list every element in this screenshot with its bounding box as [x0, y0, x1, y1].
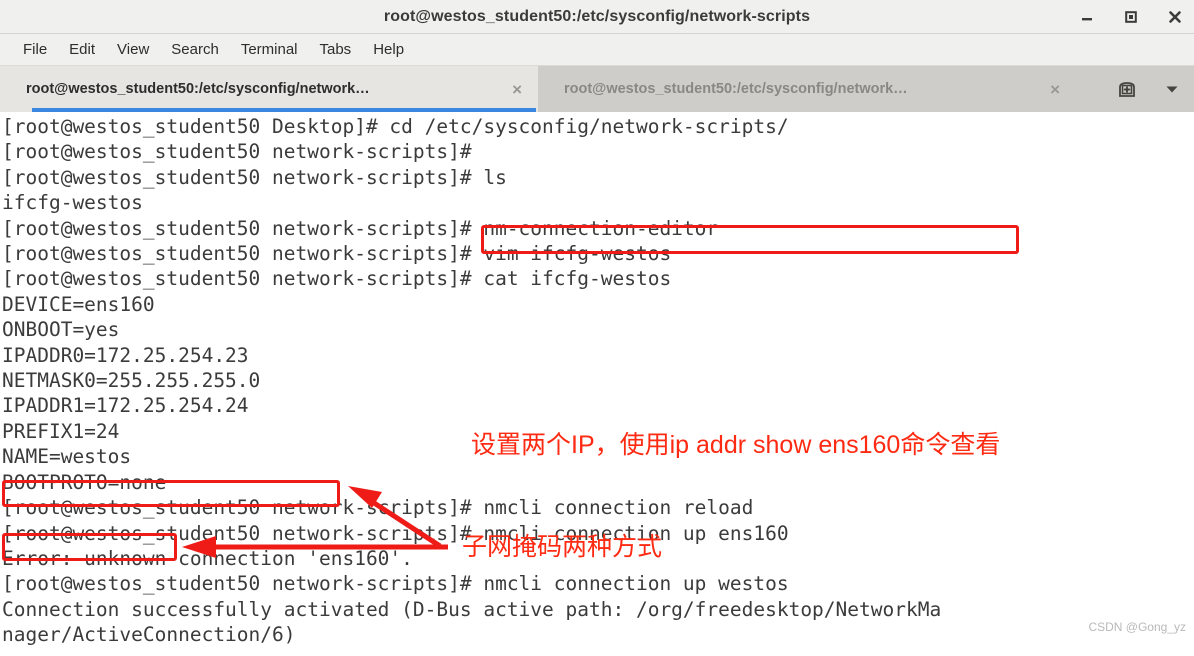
menu-item-view[interactable]: View — [106, 39, 160, 60]
tab-1[interactable]: root@westos_student50:/etc/sysconfig/net… — [538, 66, 1076, 112]
tab-bar-actions — [1116, 66, 1194, 112]
menu-item-tabs[interactable]: Tabs — [309, 39, 363, 60]
terminal-line-0: [root@westos_student50 Desktop]# cd /etc… — [2, 115, 789, 138]
tab-1-close-icon[interactable]: × — [1050, 81, 1060, 98]
terminal-line-4: [root@westos_student50 network-scripts]#… — [2, 216, 719, 240]
new-tab-icon[interactable] — [1116, 78, 1138, 100]
menu-item-search[interactable]: Search — [160, 39, 230, 60]
minimize-icon[interactable] — [1076, 6, 1098, 28]
maximize-icon[interactable] — [1120, 6, 1142, 28]
terminal-line-3: ifcfg-westos — [2, 191, 143, 215]
terminal-line-11: IPADDR1=172.25.254.24 — [2, 394, 249, 418]
terminal-line-8: ONBOOT=yes — [2, 318, 120, 342]
terminal-output[interactable]: [root@westos_student50 Desktop]# cd /etc… — [0, 112, 1194, 656]
terminal-line-2: [root@westos_student50 network-scripts]#… — [2, 165, 507, 189]
two-ip-note: 设置两个IP，使用ip addr show ens160命令查看 — [471, 431, 1001, 459]
menu-item-file[interactable]: File — [12, 39, 58, 60]
terminal-line-9: IPADDR0=172.25.254.23 — [2, 343, 249, 367]
terminal-line-1: [root@westos_student50 network-scripts]# — [2, 140, 472, 164]
terminal-line-6: [root@westos_student50 network-scripts]#… — [2, 267, 672, 291]
tab-1-label: root@westos_student50:/etc/sysconfig/net… — [564, 81, 908, 97]
terminal-window: root@westos_student50:/etc/sysconfig/net… — [0, 0, 1194, 656]
menu-item-terminal[interactable]: Terminal — [230, 39, 309, 60]
window-controls — [1076, 0, 1186, 34]
tab-bar: root@westos_student50:/etc/sysconfig/net… — [0, 66, 1194, 112]
close-icon[interactable] — [1164, 6, 1186, 28]
tab-0-close-icon[interactable]: × — [512, 81, 522, 98]
terminal-line-5: [root@westos_student50 network-scripts]#… — [2, 242, 672, 266]
menu-item-edit[interactable]: Edit — [58, 39, 106, 60]
chevron-down-icon[interactable] — [1164, 81, 1180, 97]
tab-0[interactable]: root@westos_student50:/etc/sysconfig/net… — [0, 66, 538, 112]
terminal-line-7: DEVICE=ens160 — [2, 292, 155, 316]
terminal-line-15: [root@westos_student50 network-scripts]#… — [2, 496, 754, 520]
menu-item-help[interactable]: Help — [362, 39, 415, 60]
terminal-line-14: BOOTPROTO=none — [2, 470, 167, 494]
terminal-line-10: NETMASK0=255.255.255.0 — [2, 369, 261, 393]
terminal-line-18: [root@westos_student50 network-scripts]#… — [2, 572, 789, 596]
terminal-line-19: Connection successfully activated (D-Bus… — [2, 597, 942, 621]
watermark: CSDN @Gong_yz — [1088, 620, 1186, 634]
window-title: root@westos_student50:/etc/sysconfig/net… — [383, 7, 811, 25]
menu-bar: File Edit View Search Terminal Tabs Help — [0, 34, 1194, 66]
terminal-line-20: nager/ActiveConnection/6) — [2, 623, 296, 647]
tab-0-label: root@westos_student50:/etc/sysconfig/net… — [26, 81, 370, 97]
netmask-note: 子网掩码两种方式 — [462, 533, 663, 561]
title-bar: root@westos_student50:/etc/sysconfig/net… — [0, 0, 1194, 34]
